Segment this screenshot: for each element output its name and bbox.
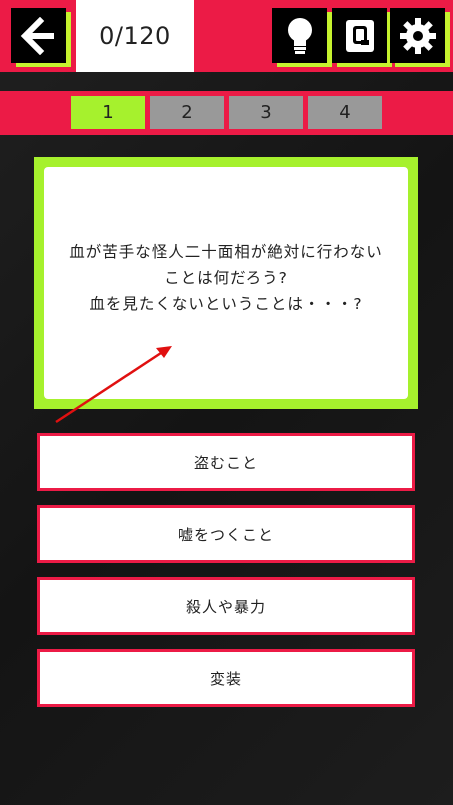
answer-option-4[interactable]: 変装 — [37, 649, 415, 707]
score-display: 0/120 — [76, 0, 194, 72]
answer-label: 変装 — [209, 669, 242, 688]
answer-option-1[interactable]: 盗むこと — [37, 433, 415, 491]
question-panel: 血が苦手な怪人二十面相が絶対に行わない ことは何だろう? 血を見たくないというこ… — [44, 167, 408, 399]
answer-label: 盗むこと — [193, 453, 258, 472]
answer-option-2[interactable]: 嘘をつくこと — [37, 505, 415, 563]
hint-button[interactable] — [272, 8, 327, 63]
gear-icon — [399, 17, 436, 54]
question-list-button[interactable] — [332, 8, 387, 63]
tab-2[interactable]: 2 — [150, 96, 224, 129]
answer-label: 嘘をつくこと — [177, 525, 274, 544]
back-arrow-icon — [20, 16, 54, 55]
answer-option-3[interactable]: 殺人や暴力 — [37, 577, 415, 635]
tab-1[interactable]: 1 — [71, 96, 145, 129]
tabs-strip — [0, 91, 453, 135]
lightbulb-icon — [287, 17, 312, 54]
settings-button[interactable] — [390, 8, 445, 63]
question-card: 血が苦手な怪人二十面相が絶対に行わない ことは何だろう? 血を見たくないというこ… — [34, 157, 418, 409]
back-button[interactable] — [11, 8, 66, 63]
question-text: 血が苦手な怪人二十面相が絶対に行わない ことは何だろう? 血を見たくないというこ… — [69, 243, 383, 313]
tab-4[interactable]: 4 — [308, 96, 382, 129]
answer-label: 殺人や暴力 — [185, 597, 266, 616]
q-icon — [345, 19, 374, 52]
tab-3[interactable]: 3 — [229, 96, 303, 129]
